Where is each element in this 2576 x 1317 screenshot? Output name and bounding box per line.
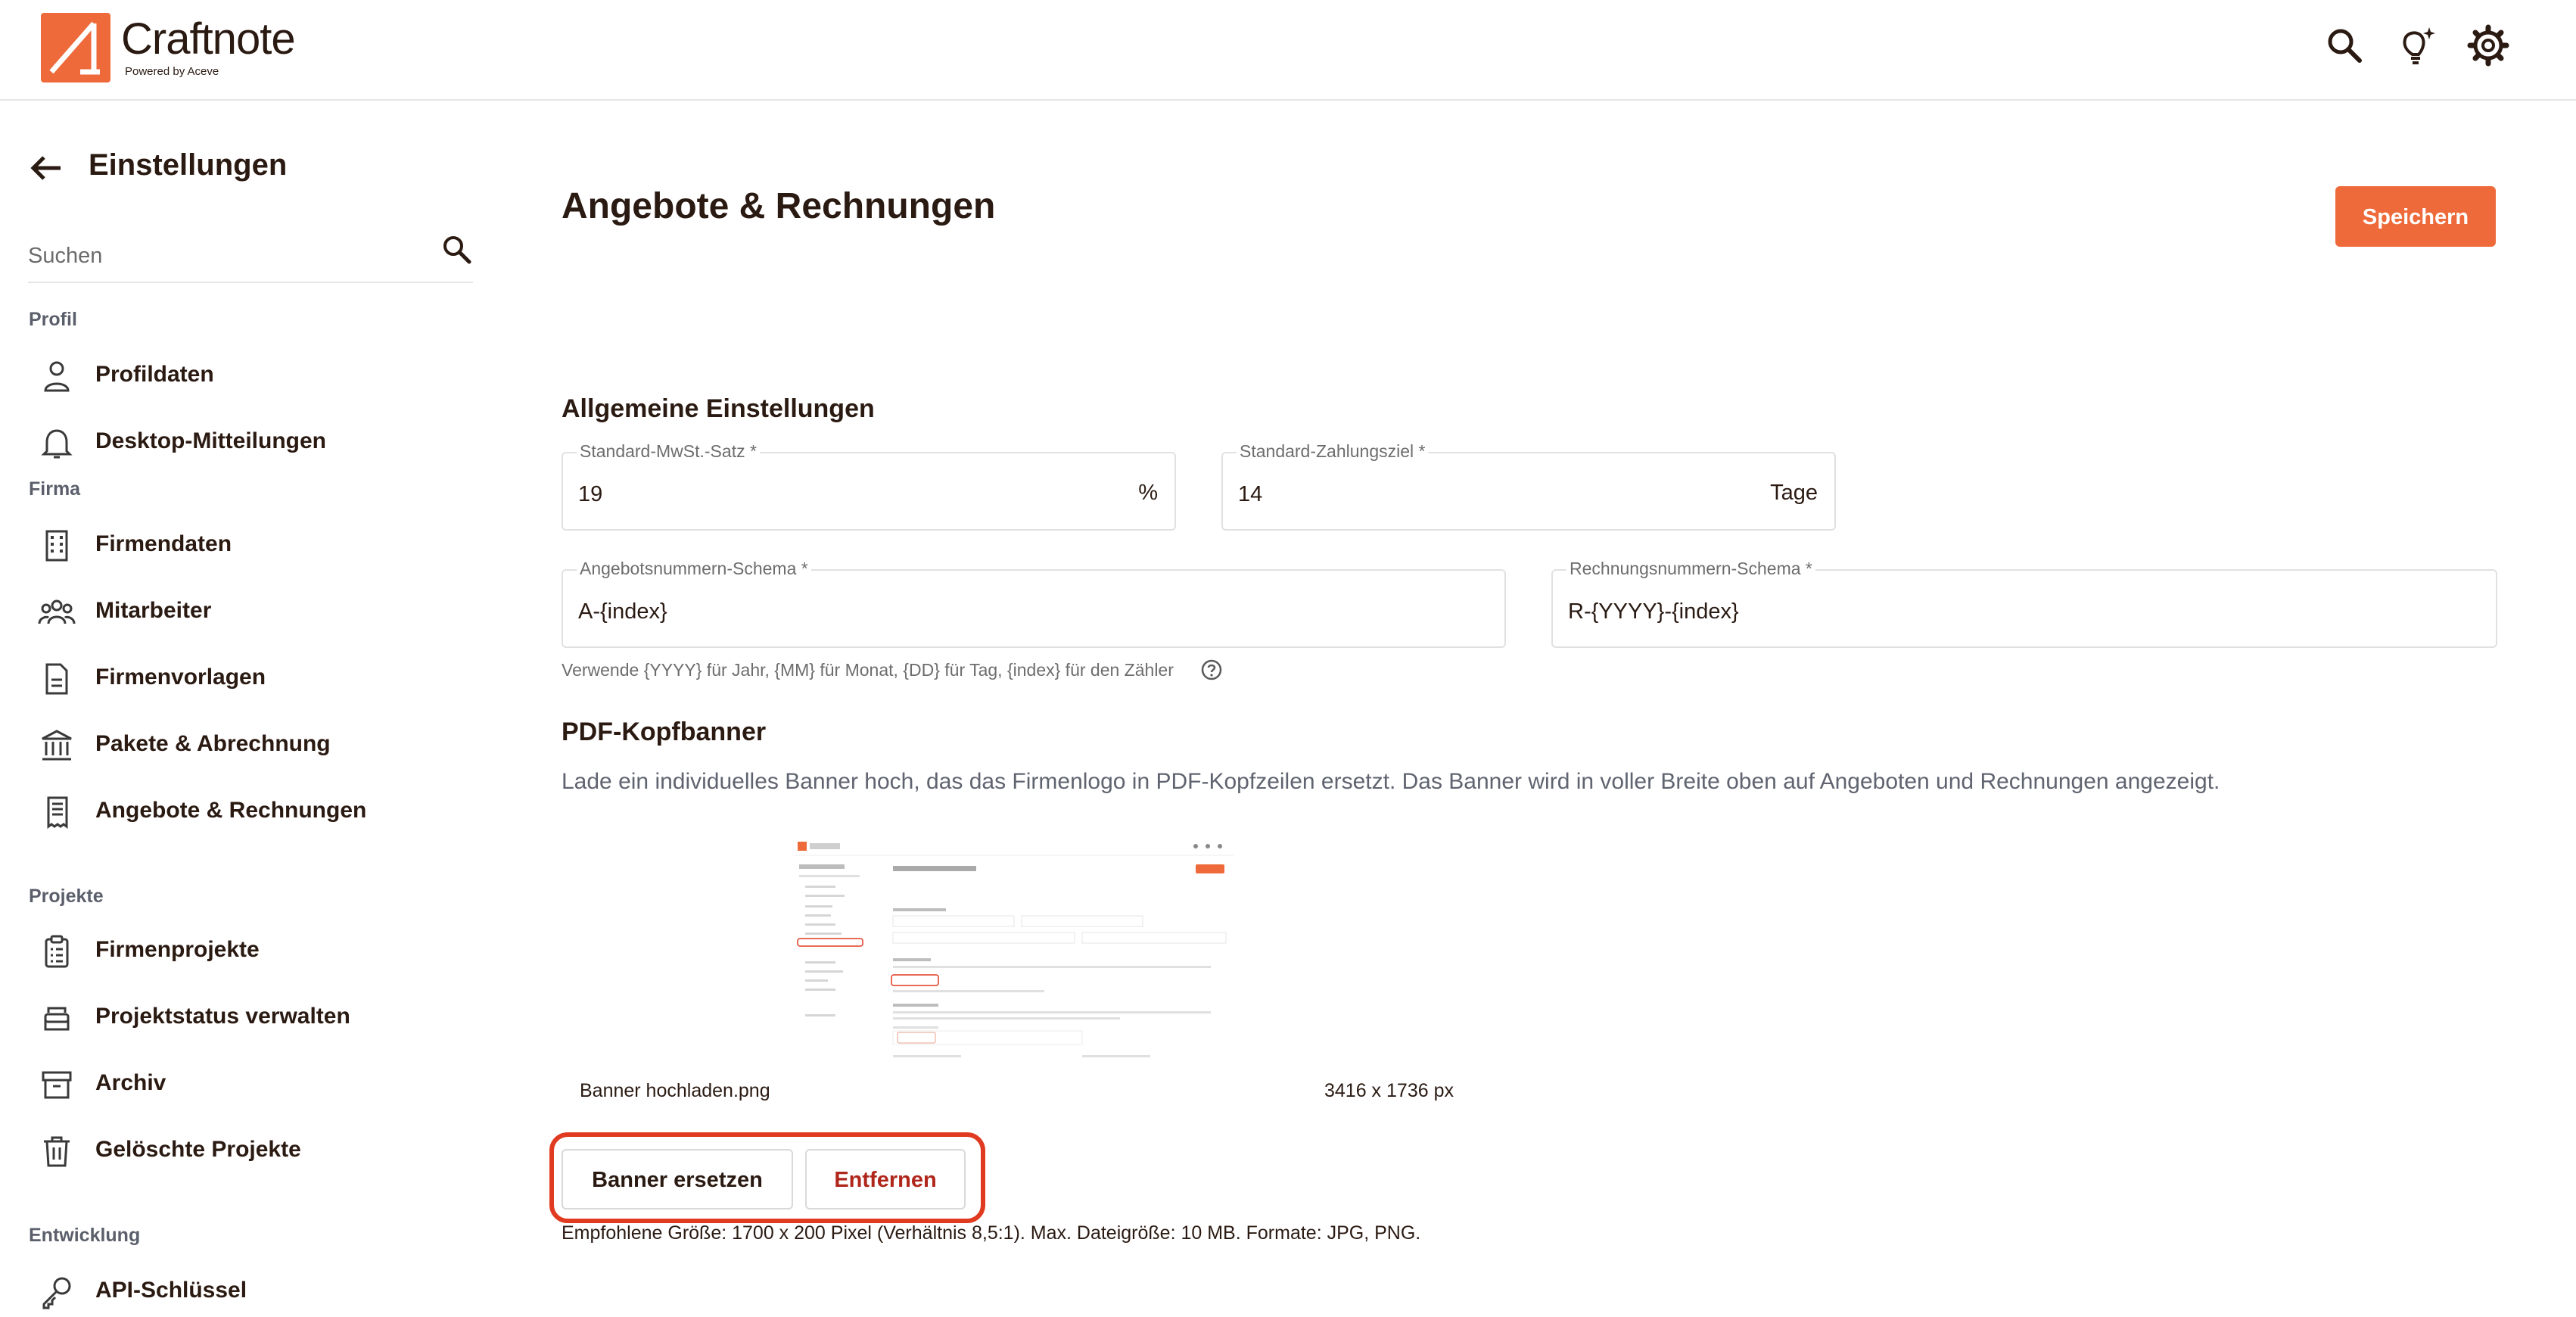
user-icon [38, 357, 76, 395]
banner-recommendation: Empfohlene Größe: 1700 x 200 Pixel (Verh… [562, 1222, 1421, 1244]
sidebar-item-label: Firmenvorlagen [95, 665, 266, 690]
sidebar-item-archiv[interactable]: Archiv [38, 1061, 477, 1107]
sidebar-item-desktop-mitteilungen[interactable]: Desktop-Mitteilungen [38, 419, 477, 465]
sidebar-item-label: Angebote & Rechnungen [95, 798, 367, 823]
clipboard-icon [38, 932, 76, 970]
sidebar-search [28, 232, 473, 283]
remove-banner-button[interactable]: Entfernen [805, 1149, 966, 1210]
lightbulb-icon[interactable] [2393, 23, 2438, 68]
save-button[interactable]: Speichern [2335, 186, 2496, 247]
trash-icon [38, 1132, 76, 1170]
sidebar-item-label: Projektstatus verwalten [95, 1004, 350, 1029]
sidebar-item-firmenvorlagen[interactable]: Firmenvorlagen [38, 655, 477, 701]
back-arrow-icon[interactable] [29, 151, 65, 185]
offer-number-schema-field[interactable]: Angebotsnummern-Schema * A-{index} [562, 559, 1506, 648]
vat-rate-suffix: % [1138, 481, 1158, 505]
page-title: Angebote & Rechnungen [562, 186, 996, 226]
sidebar-item-projektstatus-verwalten[interactable]: Projektstatus verwalten [38, 995, 477, 1040]
pdf-banner-heading: PDF-Kopfbanner [562, 718, 767, 746]
sidebar-search-input[interactable] [28, 244, 406, 269]
sidebar-item-geloeschte-projekte[interactable]: Gelöschte Projekte [38, 1128, 477, 1173]
sidebar-item-pakete-abrechnung[interactable]: Pakete & Abrechnung [38, 722, 477, 767]
stack-icon [38, 999, 76, 1037]
general-settings-heading: Allgemeine Einstellungen [562, 394, 875, 423]
section-label-projekte: Projekte [29, 886, 104, 907]
document-icon [38, 660, 76, 698]
app-name: Craftnote [121, 14, 296, 64]
section-label-entwicklung: Entwicklung [29, 1225, 141, 1246]
sidebar-item-firmendaten[interactable]: Firmendaten [38, 522, 477, 568]
section-label-firma: Firma [29, 478, 81, 500]
craftnote-logo-icon[interactable] [41, 13, 110, 83]
sidebar-item-profildaten[interactable]: Profildaten [38, 353, 477, 398]
receipt-icon [38, 793, 76, 831]
pdf-banner-description: Lade ein individuelles Banner hoch, das … [562, 769, 2220, 794]
sidebar-title: Einstellungen [89, 148, 288, 182]
invoice-number-schema-label: Rechnungsnummern-Schema * [1566, 559, 1815, 579]
building-icon [38, 527, 76, 565]
search-icon[interactable] [439, 232, 475, 268]
sidebar-item-label: Archiv [95, 1070, 166, 1095]
banner-preview-image [795, 833, 1234, 1067]
help-icon[interactable] [1200, 658, 1223, 681]
banner-file-name: Banner hochladen.png [580, 1080, 770, 1101]
invoice-number-schema-field[interactable]: Rechnungsnummern-Schema * R-{YYYY}-{inde… [1551, 559, 2497, 648]
sidebar-item-mitarbeiter[interactable]: Mitarbeiter [38, 589, 477, 634]
team-icon [38, 593, 76, 631]
section-label-profil: Profil [29, 309, 77, 330]
gear-icon[interactable] [2466, 23, 2511, 68]
sidebar-item-firmenprojekte[interactable]: Firmenprojekte [38, 928, 477, 973]
sidebar-item-label: Profildaten [95, 362, 214, 387]
sidebar-item-label: Pakete & Abrechnung [95, 731, 331, 756]
invoice-number-schema-value[interactable]: R-{YYYY}-{index} [1568, 599, 1739, 624]
sidebar-item-angebote-rechnungen[interactable]: Angebote & Rechnungen [38, 789, 477, 834]
sidebar-item-label: Mitarbeiter [95, 598, 212, 623]
app-subtitle: Powered by Aceve [125, 65, 219, 78]
archive-icon [38, 1066, 76, 1104]
payment-term-value[interactable]: 14 [1238, 482, 1262, 507]
payment-term-field[interactable]: Standard-Zahlungsziel * 14 Tage [1221, 441, 1836, 531]
vat-rate-field[interactable]: Standard-MwSt.-Satz * 19 % [562, 441, 1176, 531]
offer-number-schema-label: Angebotsnummern-Schema * [577, 559, 811, 579]
replace-banner-button[interactable]: Banner ersetzen [562, 1149, 793, 1210]
number-schema-hint: Verwende {YYYY} für Jahr, {MM} für Monat… [562, 660, 1174, 680]
sidebar-item-api-schluessel[interactable]: API-Schlüssel [38, 1269, 477, 1314]
payment-term-suffix: Tage [1770, 481, 1818, 505]
search-icon[interactable] [2322, 23, 2367, 68]
payment-term-label: Standard-Zahlungsziel * [1237, 441, 1429, 462]
banner-file-dimensions: 3416 x 1736 px [1324, 1080, 1454, 1101]
key-icon [38, 1273, 76, 1311]
top-bar: Craftnote Powered by Aceve [0, 0, 2576, 101]
bank-icon [38, 727, 76, 764]
sidebar-item-label: Gelöschte Projekte [95, 1137, 301, 1162]
vat-rate-label: Standard-MwSt.-Satz * [577, 441, 760, 462]
sidebar-item-label: Firmenprojekte [95, 937, 260, 962]
sidebar-item-label: Desktop-Mitteilungen [95, 428, 326, 453]
sidebar-item-label: API-Schlüssel [95, 1278, 247, 1303]
bell-icon [38, 424, 76, 462]
offer-number-schema-value[interactable]: A-{index} [578, 599, 667, 624]
vat-rate-value[interactable]: 19 [578, 482, 602, 507]
sidebar-item-label: Firmendaten [95, 531, 232, 556]
